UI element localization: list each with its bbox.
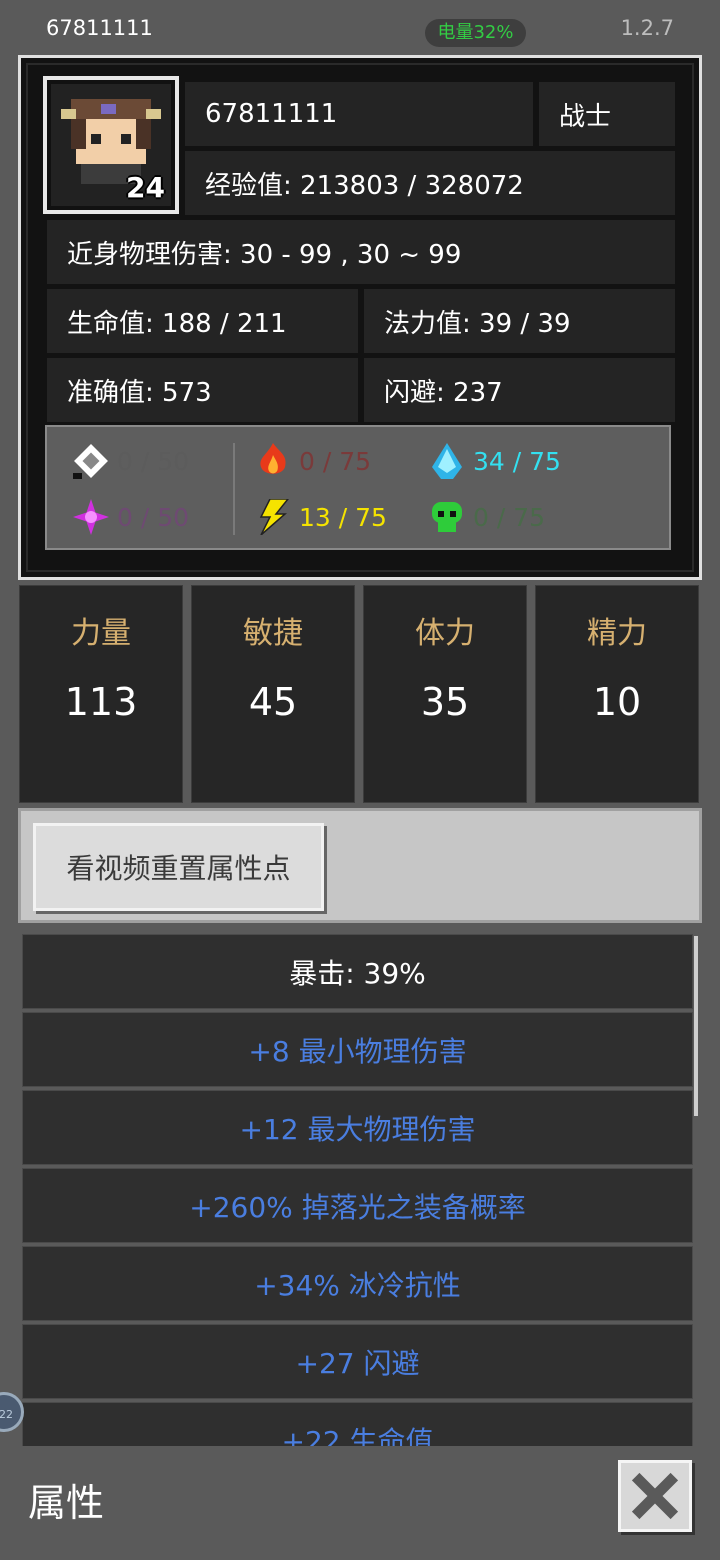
experience-value: 经验值: 213803 / 328072 (185, 151, 675, 215)
attr-energy[interactable]: 精力 10 (535, 585, 699, 803)
cold-resist-value: 34 / 75 (473, 446, 561, 476)
attr-agility-value: 45 (248, 680, 298, 724)
level-badge: 24 (126, 171, 165, 204)
cold-resist: 34 / 75 (429, 443, 561, 479)
magic-resist-icon (73, 499, 109, 535)
page-title: 属性 (28, 1481, 105, 1525)
list-item: +34% 冰冷抗性 (22, 1246, 693, 1321)
attr-agility[interactable]: 敏捷 45 (191, 585, 355, 803)
list-item: +260% 掉落光之装备概率 (22, 1168, 693, 1243)
list-item: +22 生命值 (22, 1402, 693, 1446)
attr-vitality-label: 体力 (415, 616, 475, 651)
character-class: 战士 (539, 82, 675, 146)
attr-energy-value: 10 (592, 680, 642, 724)
character-panel: 24 67811111 战士 经验值: 213803 / 328072 近身物理… (18, 55, 702, 580)
dodge-value: 闪避: 237 (364, 358, 675, 422)
list-item: +8 最小物理伤害 (22, 1012, 693, 1087)
avatar[interactable]: 24 (43, 76, 179, 214)
fire-resist-icon (260, 443, 286, 474)
list-item: +12 最大物理伤害 (22, 1090, 693, 1165)
melee-damage: 近身物理伤害: 30 - 99 , 30 ~ 99 (47, 220, 675, 284)
physical-resist-icon (73, 444, 108, 479)
physical-resist-value: 0 / 50 (117, 446, 190, 476)
cold-resist-icon (432, 443, 462, 479)
close-button[interactable] (618, 1460, 692, 1532)
lightning-resist: 13 / 75 (255, 499, 387, 535)
battery-indicator: 电量32% (425, 19, 526, 47)
reset-panel: 看视频重置属性点 (18, 808, 702, 923)
attr-energy-label: 精力 (587, 616, 647, 651)
character-name: 67811111 (185, 82, 533, 146)
magic-resist-value: 0 / 50 (117, 502, 190, 532)
mp-value: 法力值: 39 / 39 (364, 289, 675, 353)
fire-resist: 0 / 75 (255, 443, 371, 479)
list-item: 暴击: 39% (22, 934, 693, 1009)
attr-vitality-value: 35 (420, 680, 470, 724)
resistance-divider (233, 443, 235, 535)
lightning-resist-value: 13 / 75 (299, 502, 387, 532)
physical-resist: 0 / 50 (73, 443, 189, 479)
attr-vitality[interactable]: 体力 35 (363, 585, 527, 803)
attr-strength-label: 力量 (71, 616, 131, 651)
fire-resist-value: 0 / 75 (299, 446, 372, 476)
close-icon (631, 1472, 679, 1520)
list-item: +27 闪避 (22, 1324, 693, 1399)
poison-resist-value: 0 / 75 (473, 502, 546, 532)
hp-value: 生命值: 188 / 211 (47, 289, 358, 353)
attr-strength-value: 113 (64, 680, 138, 724)
poison-resist: 0 / 75 (429, 499, 545, 535)
version-label: 1.2.7 (620, 16, 674, 40)
bottom-bar: 属性 (0, 1448, 720, 1560)
accuracy-value: 准确值: 573 (47, 358, 358, 422)
bonus-list[interactable]: 暴击: 39% +8 最小物理伤害 +12 最大物理伤害 +260% 掉落光之装… (18, 930, 702, 1446)
attr-agility-label: 敏捷 (243, 616, 303, 651)
attr-strength[interactable]: 力量 113 (19, 585, 183, 803)
status-player-id: 67811111 (46, 16, 153, 40)
magic-resist: 0 / 50 (73, 499, 189, 535)
reset-attributes-button[interactable]: 看视频重置属性点 (33, 823, 324, 911)
resistance-panel: 0 / 50 0 / 50 0 / 75 13 / 75 34 / 75 0 /… (45, 425, 671, 550)
poison-resist-icon (432, 502, 462, 532)
lightning-resist-icon (259, 499, 289, 535)
list-scrollbar[interactable] (694, 936, 698, 1116)
